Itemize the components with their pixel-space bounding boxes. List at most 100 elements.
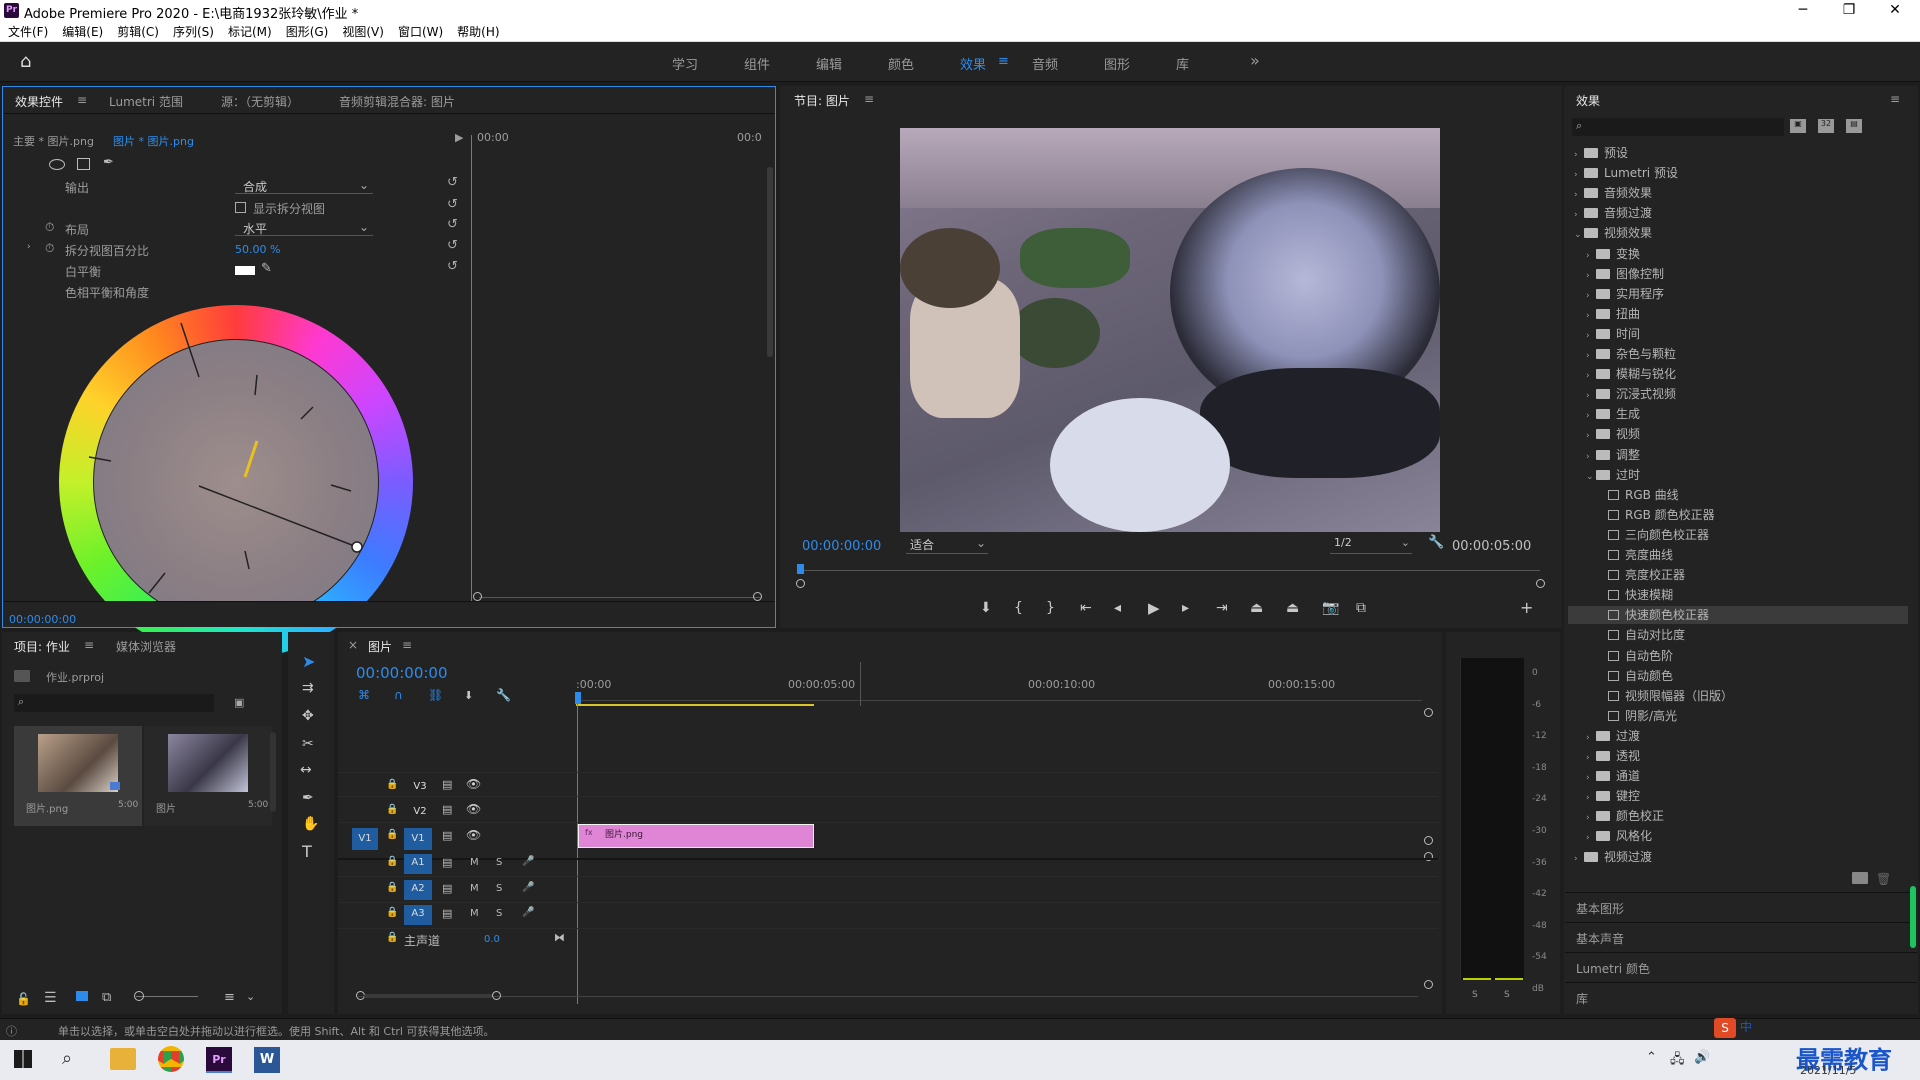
effects-tree-item[interactable]: › 视频过渡 xyxy=(1568,848,1908,866)
comparison-view-icon[interactable]: ⧉ xyxy=(1356,600,1366,616)
chevron-right-icon[interactable]: › xyxy=(1586,448,1596,466)
reset-layout-icon[interactable]: ↺ xyxy=(447,217,458,232)
effects-tree-item[interactable]: › 实用程序 xyxy=(1568,285,1908,303)
a3-sync-icon[interactable]: ▤ xyxy=(442,907,452,920)
razor-tool-icon[interactable]: ✂ xyxy=(302,736,314,752)
tab-lumetri-scopes[interactable]: Lumetri 范围 xyxy=(109,93,183,110)
chevron-right-icon[interactable]: › xyxy=(1574,850,1584,868)
effects-tree-item[interactable]: › 扭曲 xyxy=(1568,305,1908,323)
list-view-icon[interactable]: ☰ xyxy=(44,990,57,1006)
volume-icon[interactable]: 🔊 xyxy=(1694,1050,1710,1065)
v2-eye-icon[interactable]: 👁 xyxy=(466,802,481,816)
tab-source[interactable]: 源：（无剪辑） xyxy=(221,93,299,110)
export-frame-icon[interactable]: 📷 xyxy=(1322,600,1339,616)
reset-split-pct-icon[interactable]: ↺ xyxy=(447,238,458,253)
type-tool-icon[interactable]: T xyxy=(302,842,312,861)
effects-tree-item[interactable]: 自动对比度 xyxy=(1568,626,1908,644)
chevron-right-icon[interactable]: › xyxy=(1586,789,1596,807)
chevron-right-icon[interactable]: › xyxy=(1586,267,1596,285)
chevron-right-icon[interactable]: › xyxy=(1586,347,1596,365)
v2-lock-icon[interactable]: 🔒 xyxy=(386,804,398,815)
mark-in-icon[interactable]: { xyxy=(1014,600,1023,616)
effects-tree-item[interactable]: › 颜色校正 xyxy=(1568,807,1908,825)
split-pct-stopwatch-icon[interactable]: ⏱ xyxy=(45,241,54,256)
a2-voiceover-icon[interactable]: 🎤 xyxy=(522,882,534,893)
chevron-right-icon[interactable]: › xyxy=(1574,206,1584,224)
project-item-png[interactable]: 图片.png 5:00 xyxy=(14,726,142,826)
mark-out-icon[interactable]: } xyxy=(1046,600,1055,616)
v1-lock-icon[interactable]: 🔒 xyxy=(386,829,398,840)
menu-marker[interactable]: 标记(M) xyxy=(228,22,272,42)
ec-timecode[interactable]: 00:00:00:00 xyxy=(9,613,76,626)
effects-tree-item[interactable]: 自动颜色 xyxy=(1568,667,1908,685)
a2-lock-icon[interactable]: 🔒 xyxy=(386,882,398,893)
button-editor-icon[interactable]: + xyxy=(1520,598,1533,617)
workspace-effects[interactable]: 效果 xyxy=(960,54,986,73)
program-video-frame[interactable] xyxy=(900,128,1440,532)
a2-solo-button[interactable]: S xyxy=(496,883,502,894)
tray-expand-icon[interactable]: ⌃ xyxy=(1646,1050,1657,1065)
zoom-slider[interactable] xyxy=(136,996,198,997)
v3-lock-icon[interactable]: 🔒 xyxy=(386,779,398,790)
chevron-right-icon[interactable]: › xyxy=(1586,829,1596,847)
program-zoom-left-handle[interactable] xyxy=(796,579,805,588)
track-v2[interactable]: V2 xyxy=(410,803,430,821)
work-area-bar[interactable] xyxy=(576,704,814,706)
master-volume-value[interactable]: 0.0 xyxy=(484,934,500,945)
effects-tree-item[interactable]: 快速颜色校正器 xyxy=(1568,606,1908,625)
menu-file[interactable]: 文件(F) xyxy=(8,22,48,42)
menu-edit[interactable]: 编辑(E) xyxy=(62,22,103,42)
ellipse-mask-icon[interactable] xyxy=(49,159,65,170)
project-scrollbar[interactable] xyxy=(270,732,276,812)
zoom-slider-handle[interactable] xyxy=(134,991,144,1001)
effects-tree-item[interactable]: › 通道 xyxy=(1568,767,1908,785)
chrome-icon[interactable] xyxy=(158,1046,184,1072)
premiere-taskbar-icon[interactable]: Pr xyxy=(206,1047,232,1073)
track-a3[interactable]: A3 xyxy=(404,905,432,925)
effects-tree-item[interactable]: › 透视 xyxy=(1568,747,1908,765)
meter-solo-left-button[interactable]: S xyxy=(1472,990,1478,1000)
workspace-graphics[interactable]: 图形 xyxy=(1104,54,1130,73)
effects-tree-item[interactable]: 快速模糊 xyxy=(1568,586,1908,604)
a1-mute-button[interactable]: M xyxy=(470,857,479,868)
timeline-playhead[interactable] xyxy=(577,704,578,1004)
add-marker-icon[interactable]: ⬇ xyxy=(464,689,473,702)
pen-tool-icon[interactable]: ✒ xyxy=(302,790,314,806)
split-view-checkbox[interactable] xyxy=(235,202,246,213)
workspace-effects-menu-icon[interactable]: ≡ xyxy=(998,54,1009,69)
file-explorer-icon[interactable] xyxy=(110,1048,136,1070)
effects-tree-item[interactable]: › 预设 xyxy=(1568,144,1908,162)
eyedropper-icon[interactable]: ✎ xyxy=(261,261,272,276)
step-back-icon[interactable]: ◂ xyxy=(1114,600,1121,616)
network-icon[interactable]: 🖧 xyxy=(1670,1050,1685,1072)
timeline-playhead-handle[interactable] xyxy=(575,692,581,704)
effects-tree-item[interactable]: › 模糊与锐化 xyxy=(1568,365,1908,383)
workspace-libraries[interactable]: 库 xyxy=(1176,54,1189,73)
project-search-input[interactable]: ⌕ xyxy=(14,694,214,712)
a2-mute-button[interactable]: M xyxy=(470,883,479,894)
program-scrubber[interactable] xyxy=(800,570,1540,571)
track-a2[interactable]: A2 xyxy=(404,880,432,900)
a2-sync-icon[interactable]: ▤ xyxy=(442,882,452,895)
track-a1[interactable]: A1 xyxy=(404,854,432,874)
effects-tree-item[interactable]: › 音频效果 xyxy=(1568,184,1908,202)
nest-icon[interactable]: ⌘ xyxy=(358,688,370,702)
effects-tree-item[interactable]: ⌄ 过时 xyxy=(1568,466,1908,484)
audio-scroll-bottom-handle[interactable] xyxy=(1424,980,1433,989)
timeline-horizontal-scrollbar[interactable] xyxy=(364,994,492,998)
a1-lock-icon[interactable]: 🔒 xyxy=(386,856,398,867)
layout-dropdown[interactable]: 水平 ⌄ xyxy=(235,220,373,236)
effects-tree-item[interactable]: › 键控 xyxy=(1568,787,1908,805)
v2-sync-icon[interactable]: ▤ xyxy=(442,803,452,816)
effects-tree-item[interactable]: › 杂色与颗粒 xyxy=(1568,345,1908,363)
video-scroll-top-handle[interactable] xyxy=(1424,708,1433,717)
add-marker-icon[interactable]: ⬇ xyxy=(980,600,992,616)
tab-timeline-sequence[interactable]: 图片 xyxy=(368,638,392,655)
wrench-settings-icon[interactable]: 🔧 xyxy=(1428,535,1444,550)
chevron-right-icon[interactable]: › xyxy=(1586,287,1596,305)
extract-icon[interactable]: ⏏ xyxy=(1286,600,1299,616)
tab-effect-controls[interactable]: 效果控件 xyxy=(15,93,63,110)
fit-dropdown[interactable]: 适合 ⌄ xyxy=(906,536,988,554)
a1-voiceover-icon[interactable]: 🎤 xyxy=(522,856,534,867)
a1-solo-button[interactable]: S xyxy=(496,857,502,868)
